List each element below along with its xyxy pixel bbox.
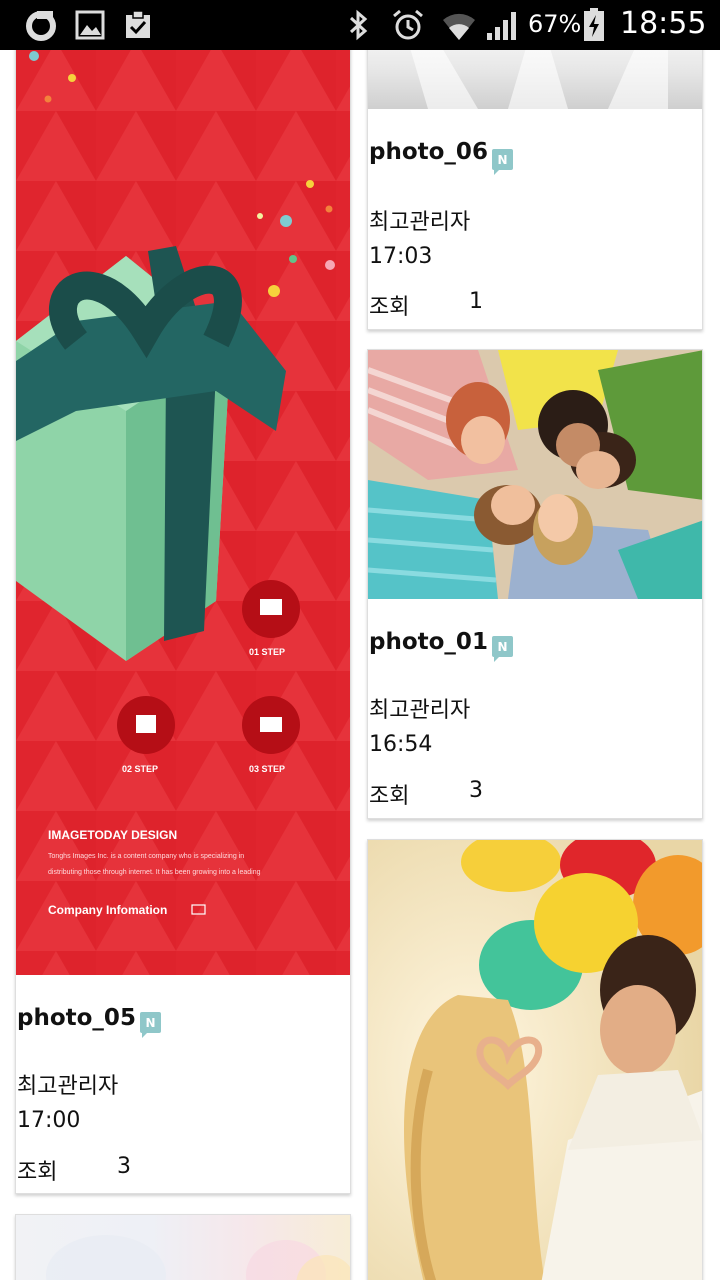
wifi-icon xyxy=(438,8,480,42)
card-time: 17:00 xyxy=(17,1108,81,1133)
card-author: 최고관리자 xyxy=(369,210,471,235)
gallery-card-couple[interactable] xyxy=(367,839,703,1280)
signal-icon xyxy=(484,8,522,42)
views-label: 조회 xyxy=(17,1160,58,1185)
card-title[interactable]: photo_01 xyxy=(369,629,488,655)
card-time: 17:03 xyxy=(369,244,433,269)
poster-body-line1: Tonghs Images Inc. is a content company … xyxy=(48,853,244,860)
gift-box-poster-image: 01 STEP 02 STEP 03 STEP IMAGETODAY DESIG… xyxy=(16,50,350,975)
poster-step2: 02 STEP xyxy=(122,764,158,774)
views-count: 1 xyxy=(469,289,483,314)
gallery-card-photo-05[interactable]: 01 STEP 02 STEP 03 STEP IMAGETODAY DESIG… xyxy=(15,50,351,1194)
poster-body-line2: distributing those through internet. It … xyxy=(48,869,261,876)
views-label: 조회 xyxy=(369,784,410,809)
card-views: 조회 1 xyxy=(369,289,483,321)
card-views: 조회 3 xyxy=(17,1154,131,1186)
o-app-icon xyxy=(24,8,58,42)
alarm-icon xyxy=(390,8,426,42)
gallery-card-blurred[interactable] xyxy=(15,1214,351,1280)
card-views: 조회 3 xyxy=(369,778,483,810)
bluetooth-icon xyxy=(344,8,374,42)
clipboard-check-icon xyxy=(122,8,154,42)
poster-company: Company Infomation xyxy=(48,903,167,917)
stage-light-image xyxy=(368,50,702,109)
card-author: 최고관리자 xyxy=(369,698,471,723)
card-title[interactable]: photo_06 xyxy=(369,139,488,165)
battery-charging-icon xyxy=(582,8,606,42)
new-badge-icon: N xyxy=(492,149,513,175)
gallery-card-photo-06[interactable]: photo_06 N 최고관리자 17:03 조회 1 xyxy=(367,50,703,330)
card-author: 최고관리자 xyxy=(17,1074,119,1099)
card-time: 16:54 xyxy=(369,732,433,757)
views-count: 3 xyxy=(469,778,483,803)
clock: 18:55 xyxy=(620,6,707,41)
gallery-card-photo-01[interactable]: photo_01 N 최고관리자 16:54 조회 3 xyxy=(367,349,703,819)
card-title[interactable]: photo_05 xyxy=(17,1005,136,1031)
status-bar: 67% 18:55 xyxy=(0,0,720,50)
photo-gallery: photo_06 N 최고관리자 17:03 조회 1 01 STEP 02 S… xyxy=(0,50,720,1280)
poster-step3: 03 STEP xyxy=(249,764,285,774)
poster-heading: IMAGETODAY DESIGN xyxy=(48,828,177,842)
gallery-icon xyxy=(74,8,106,42)
views-label: 조회 xyxy=(369,295,410,320)
friends-shouting-image xyxy=(368,350,702,599)
blurred-bokeh-image xyxy=(16,1215,350,1280)
new-badge-icon: N xyxy=(140,1012,161,1038)
poster-step1: 01 STEP xyxy=(249,647,285,657)
couple-balloons-image xyxy=(368,840,702,1280)
new-badge-icon: N xyxy=(492,636,513,662)
battery-percent: 67% xyxy=(528,10,582,38)
views-count: 3 xyxy=(117,1154,131,1179)
